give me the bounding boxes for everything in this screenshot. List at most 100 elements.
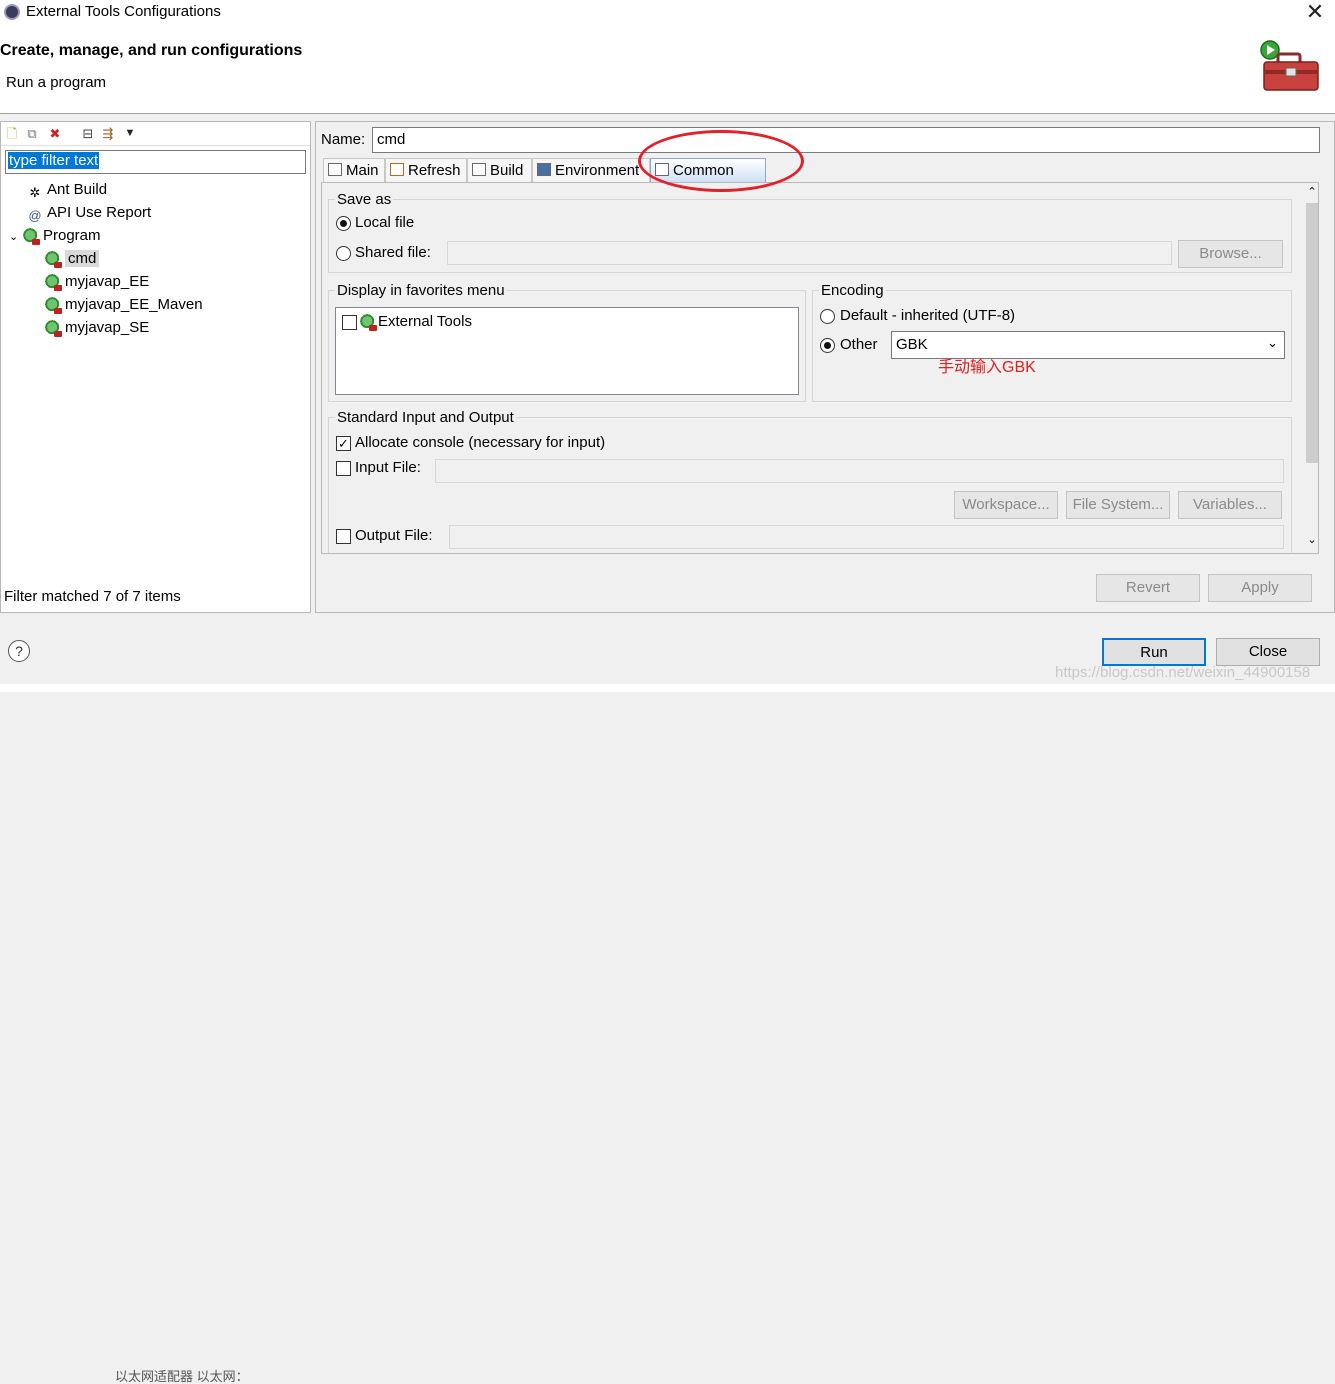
help-icon[interactable]: ? <box>8 640 30 662</box>
tree-item-label: API Use Report <box>47 204 152 221</box>
tree-item-myjavap-se[interactable]: myjavap_SE <box>45 317 149 339</box>
save-as-title: Save as <box>335 191 394 208</box>
background-text: 以太网适配器 以太网： <box>115 1369 249 1384</box>
background-window-strip: 以太网适配器 以太网： <box>0 684 1335 1384</box>
allocate-console-checkbox[interactable]: ✓ <box>336 436 351 451</box>
name-input[interactable]: cmd <box>372 127 1320 153</box>
shared-file-input[interactable] <box>447 241 1172 265</box>
input-file-label: Input File: <box>355 459 421 476</box>
tab-build[interactable]: Build <box>467 158 532 182</box>
chevron-down-icon[interactable]: ⌄ <box>9 226 23 248</box>
tab-main[interactable]: Main <box>323 158 385 182</box>
tree-toolbar: 🗋 ⧉ ✖ ⊟ ⇶ ▼ <box>1 122 310 146</box>
external-tools-label: External Tools <box>378 313 472 330</box>
tree-item-ant-build[interactable]: ✲ Ant Build <box>27 179 108 201</box>
filter-text: type filter text <box>8 152 100 169</box>
favorites-list[interactable]: External Tools <box>335 307 799 395</box>
common-tab-content: Save as Local file Shared file: Browse..… <box>321 182 1319 554</box>
vertical-scrollbar[interactable]: ⌃ ⌄ <box>1304 183 1318 553</box>
duplicate-config-icon[interactable]: ⧉ <box>25 126 39 141</box>
stdio-title: Standard Input and Output <box>335 409 516 426</box>
environment-icon <box>537 163 551 176</box>
tree-item-program[interactable]: ⌄ Program <box>9 225 101 247</box>
run-config-icon <box>45 320 62 338</box>
close-button[interactable]: Close <box>1216 638 1320 666</box>
output-file-field[interactable] <box>449 525 1284 549</box>
filter-status: Filter matched 7 of 7 items <box>4 588 181 605</box>
favorites-title: Display in favorites menu <box>335 282 507 299</box>
external-tools-icon <box>360 314 377 331</box>
workspace-button[interactable]: Workspace... <box>954 491 1058 519</box>
other-encoding-radio[interactable] <box>820 338 835 353</box>
browse-button[interactable]: Browse... <box>1178 240 1283 268</box>
encoding-value: GBK <box>896 336 928 353</box>
new-config-icon[interactable]: 🗋 <box>5 126 19 141</box>
tree-item-label: cmd <box>65 250 100 267</box>
tab-label: Refresh <box>408 162 461 179</box>
watermark-text: https://blog.csdn.net/weixin_44900158 <box>1055 664 1311 681</box>
tree-item-label: myjavap_EE_Maven <box>65 296 203 313</box>
tree-item-label: myjavap_SE <box>65 319 150 336</box>
tree-item-myjavap-ee[interactable]: myjavap_EE <box>45 271 149 293</box>
report-icon: @ <box>28 208 42 224</box>
variables-button[interactable]: Variables... <box>1178 491 1282 519</box>
tab-label: Common <box>673 162 734 179</box>
tree-item-label: Ant Build <box>47 181 108 198</box>
program-icon <box>23 228 40 246</box>
common-tab-icon <box>655 163 669 176</box>
run-config-icon <box>45 251 62 269</box>
tree-item-api-use-report[interactable]: @ API Use Report <box>27 202 151 224</box>
tree-item-label: Program <box>43 227 101 244</box>
chevron-down-icon[interactable]: ⌄ <box>1304 533 1318 547</box>
main-tab-icon <box>328 163 342 176</box>
chevron-up-icon[interactable]: ⌃ <box>1304 185 1318 199</box>
build-icon <box>472 163 486 176</box>
file-system-button[interactable]: File System... <box>1066 491 1170 519</box>
other-encoding-label: Other <box>840 336 878 353</box>
tab-refresh[interactable]: Refresh <box>385 158 467 182</box>
dialog-header: Create, manage, and run configurations R… <box>0 26 1335 114</box>
shared-file-label: Shared file: <box>355 244 431 261</box>
input-file-field[interactable] <box>435 459 1284 483</box>
filter-config-icon[interactable]: ⇶ <box>101 126 115 141</box>
close-window-icon[interactable]: ✕ <box>1303 0 1327 24</box>
local-file-radio[interactable] <box>336 216 351 231</box>
eclipse-icon <box>4 4 20 20</box>
name-label: Name: <box>321 131 366 148</box>
revert-button[interactable]: Revert <box>1096 574 1200 602</box>
chevron-down-icon: ⌄ <box>1267 335 1278 350</box>
configuration-editor: Name: cmd Main Refresh Build Environment… <box>315 121 1335 613</box>
title-bar: External Tools Configurations ✕ <box>0 0 1335 26</box>
filter-input[interactable]: type filter text <box>5 150 306 174</box>
configuration-tree-panel: 🗋 ⧉ ✖ ⊟ ⇶ ▼ type filter text ✲ Ant Build … <box>0 121 311 613</box>
shared-file-radio[interactable] <box>336 246 351 261</box>
tree-item-label: myjavap_EE <box>65 273 150 290</box>
tab-label: Environment <box>555 162 640 179</box>
view-menu-icon[interactable]: ▼ <box>123 126 137 141</box>
refresh-icon <box>390 163 404 176</box>
delete-config-icon[interactable]: ✖ <box>48 126 62 141</box>
apply-button[interactable]: Apply <box>1208 574 1312 602</box>
default-encoding-label: Default - inherited (UTF-8) <box>840 307 1016 324</box>
scrollbar-thumb[interactable] <box>1306 203 1318 463</box>
dialog-subtitle: Run a program <box>6 74 107 91</box>
local-file-label: Local file <box>355 214 415 231</box>
toolbox-icon <box>1260 40 1319 91</box>
tree-item-cmd[interactable]: cmd <box>45 248 100 270</box>
run-button[interactable]: Run <box>1102 638 1206 666</box>
tab-environment[interactable]: Environment <box>532 158 650 182</box>
external-tools-checkbox[interactable] <box>342 315 357 330</box>
output-file-checkbox[interactable] <box>336 529 351 544</box>
tab-label: Build <box>490 162 524 179</box>
run-config-icon <box>45 274 62 292</box>
tab-label: Main <box>346 162 379 179</box>
ant-icon: ✲ <box>29 185 41 201</box>
input-file-checkbox[interactable] <box>336 461 351 476</box>
allocate-console-label: Allocate console (necessary for input) <box>355 434 606 451</box>
tree-item-myjavap-ee-maven[interactable]: myjavap_EE_Maven <box>45 294 203 316</box>
encoding-title: Encoding <box>819 282 886 299</box>
tab-common[interactable]: Common <box>650 158 766 182</box>
annotation-text: 手动输入GBK <box>938 359 1036 376</box>
default-encoding-radio[interactable] <box>820 309 835 324</box>
collapse-all-icon[interactable]: ⊟ <box>81 126 95 141</box>
